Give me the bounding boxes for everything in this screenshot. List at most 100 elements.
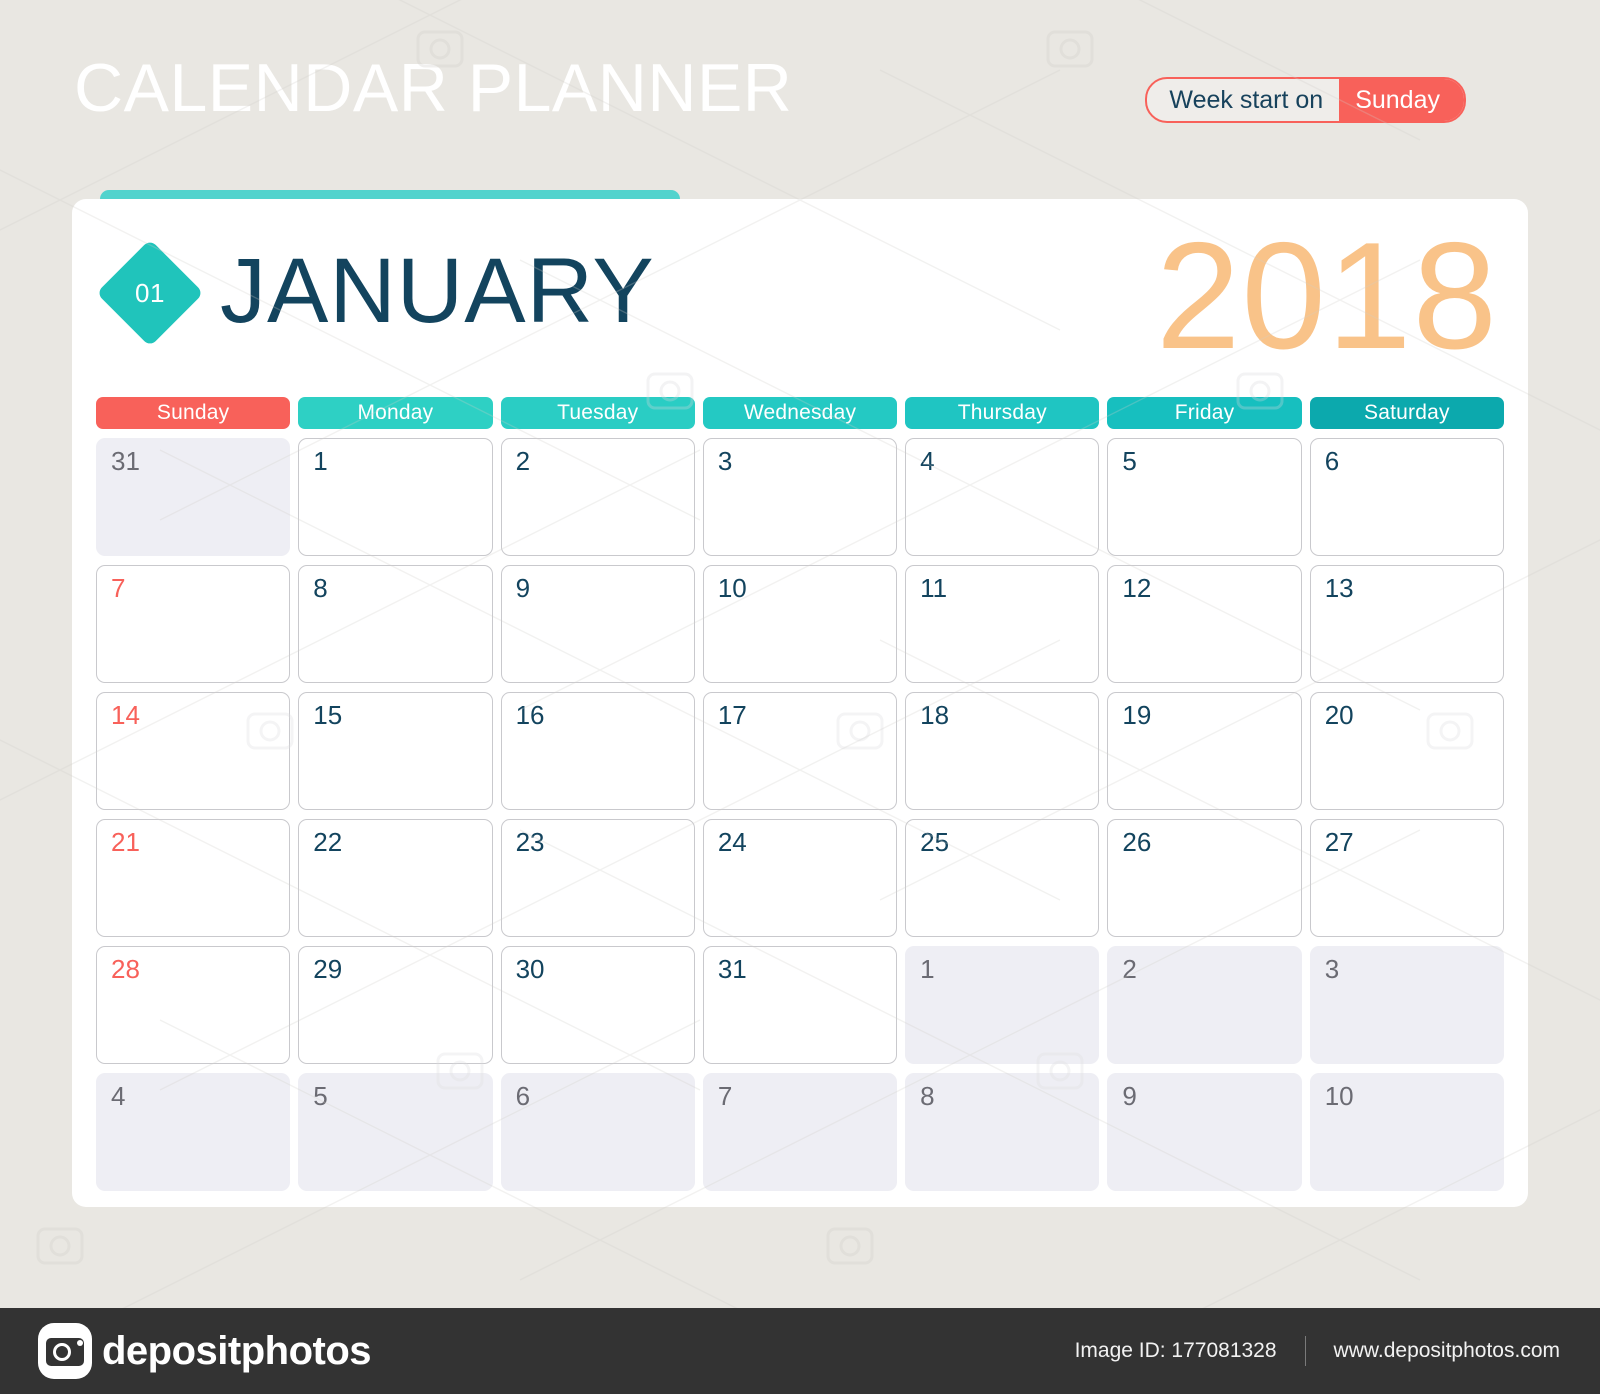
day-header-friday: Friday xyxy=(1107,397,1302,429)
day-number: 6 xyxy=(515,1081,531,1111)
day-header-label: Saturday xyxy=(1364,401,1450,424)
day-number: 23 xyxy=(515,827,545,857)
day-cell[interactable]: 9 xyxy=(1107,1073,1302,1191)
footer-meta: Image ID: 177081328 www.depositphotos.co… xyxy=(1075,1336,1560,1366)
day-cell[interactable]: 19 xyxy=(1107,692,1302,810)
day-cell[interactable]: 10 xyxy=(702,565,898,683)
day-number: 29 xyxy=(313,954,343,984)
page-title: CALENDAR PLANNER xyxy=(74,50,793,126)
day-header-tuesday: Tuesday xyxy=(500,397,695,429)
day-number: 21 xyxy=(111,827,140,857)
month-header: 01 JANUARY 2018 xyxy=(72,199,1528,389)
day-number: 17 xyxy=(717,700,747,730)
day-number: 31 xyxy=(111,446,140,476)
day-number: 25 xyxy=(920,827,950,857)
day-cell[interactable]: 26 xyxy=(1107,819,1302,937)
day-cell[interactable]: 24 xyxy=(702,819,898,937)
day-cell[interactable]: 29 xyxy=(298,946,493,1064)
day-cell[interactable]: 2 xyxy=(500,438,695,556)
day-number: 12 xyxy=(1122,573,1152,603)
day-cell[interactable]: 15 xyxy=(298,692,493,810)
day-cell[interactable]: 10 xyxy=(1309,1073,1504,1191)
day-number: 8 xyxy=(313,573,328,603)
day-cell[interactable]: 8 xyxy=(905,1073,1100,1191)
day-cell[interactable]: 3 xyxy=(702,438,898,556)
week-row: 7 8 9 10 11 12 13 xyxy=(96,565,1504,683)
day-cell[interactable]: 13 xyxy=(1309,565,1504,683)
footer-wordmark: depositphotos xyxy=(102,1328,372,1373)
day-number: 2 xyxy=(515,446,531,476)
day-cell[interactable]: 20 xyxy=(1309,692,1504,810)
day-cell[interactable]: 17 xyxy=(702,692,898,810)
day-cell[interactable]: 23 xyxy=(500,819,695,937)
day-number: 20 xyxy=(1324,700,1354,730)
calendar-weeks: 31 1 2 3 4 5 6 7 8 9 10 11 12 13 14 15 16 17 18 19 20 21 22 23 2… xyxy=(96,438,1504,1191)
week-row: 31 1 2 3 4 5 6 xyxy=(96,438,1504,556)
day-cell[interactable]: 12 xyxy=(1107,565,1302,683)
day-number: 11 xyxy=(920,573,948,603)
week-row: 14 15 16 17 18 19 20 xyxy=(96,692,1504,810)
day-cell[interactable]: 9 xyxy=(500,565,695,683)
day-cell[interactable]: 21 xyxy=(96,819,291,937)
day-number: 22 xyxy=(313,827,343,857)
day-cell[interactable]: 14 xyxy=(96,692,291,810)
day-number: 13 xyxy=(1324,573,1354,603)
watermark-camera-icon xyxy=(36,1227,84,1265)
page-header: CALENDAR PLANNER Week start on Sunday xyxy=(0,0,1600,185)
day-header-label: Friday xyxy=(1174,401,1235,424)
week-start-toggle[interactable]: Week start on Sunday xyxy=(1145,77,1466,123)
day-number: 24 xyxy=(717,827,747,857)
day-cell[interactable]: 8 xyxy=(298,565,493,683)
day-number: 1 xyxy=(313,446,328,476)
day-cell[interactable]: 7 xyxy=(96,565,291,683)
day-cell[interactable]: 31 xyxy=(702,946,898,1064)
day-header-label: Thursday xyxy=(957,401,1047,424)
camera-icon xyxy=(38,1323,92,1379)
day-number: 9 xyxy=(1122,1081,1137,1111)
day-cell[interactable]: 3 xyxy=(1309,946,1504,1064)
day-cell[interactable]: 2 xyxy=(1107,946,1302,1064)
day-number: 2 xyxy=(1122,954,1137,984)
day-cell[interactable]: 22 xyxy=(298,819,493,937)
website-url[interactable]: www.depositphotos.com xyxy=(1334,1339,1560,1363)
day-cell[interactable]: 18 xyxy=(905,692,1100,810)
day-number: 30 xyxy=(515,954,545,984)
day-of-week-header-row: Sunday Monday Tuesday Wednesday Thursday Frid… xyxy=(96,397,1504,429)
day-cell[interactable]: 28 xyxy=(96,946,291,1064)
day-cell[interactable]: 4 xyxy=(96,1073,291,1191)
day-header-label: Sunday xyxy=(156,401,230,424)
day-cell[interactable]: 1 xyxy=(298,438,493,556)
day-cell[interactable]: 27 xyxy=(1309,819,1504,937)
day-cell[interactable]: 7 xyxy=(702,1073,898,1191)
day-cell[interactable]: 30 xyxy=(500,946,695,1064)
day-cell[interactable]: 5 xyxy=(298,1073,493,1191)
day-cell[interactable]: 6 xyxy=(1309,438,1504,556)
day-cell[interactable]: 25 xyxy=(905,819,1100,937)
day-cell[interactable]: 16 xyxy=(500,692,695,810)
day-cell[interactable]: 6 xyxy=(500,1073,695,1191)
day-cell[interactable]: 1 xyxy=(905,946,1100,1064)
calendar-card: 01 JANUARY 2018 Sunday Monday Tuesday Wedne… xyxy=(72,199,1528,1207)
day-number: 8 xyxy=(920,1081,935,1111)
month-number: 01 xyxy=(135,277,165,308)
image-id: Image ID: 177081328 xyxy=(1074,1339,1277,1362)
day-number: 1 xyxy=(920,954,935,984)
day-cell[interactable]: 4 xyxy=(905,438,1100,556)
day-number: 4 xyxy=(920,446,935,476)
day-header-label: Tuesday xyxy=(557,401,639,424)
week-row: 4 5 6 7 8 9 10 xyxy=(96,1073,1504,1191)
day-header-label: Wednesday xyxy=(743,401,857,424)
day-cell[interactable]: 5 xyxy=(1107,438,1302,556)
year-label: 2018 xyxy=(1155,211,1498,381)
week-row: 21 22 23 24 25 26 27 xyxy=(96,819,1504,937)
day-number: 5 xyxy=(313,1081,328,1111)
day-header-thursday: Thursday xyxy=(905,397,1100,429)
day-number: 3 xyxy=(717,446,733,476)
day-header-saturday: Saturday xyxy=(1309,397,1504,429)
day-cell[interactable]: 31 xyxy=(96,438,291,556)
day-number: 4 xyxy=(111,1081,126,1111)
day-header-sunday: Sunday xyxy=(96,397,291,429)
day-cell[interactable]: 11 xyxy=(905,565,1100,683)
day-number: 7 xyxy=(111,573,126,603)
week-start-value[interactable]: Sunday xyxy=(1339,79,1464,121)
